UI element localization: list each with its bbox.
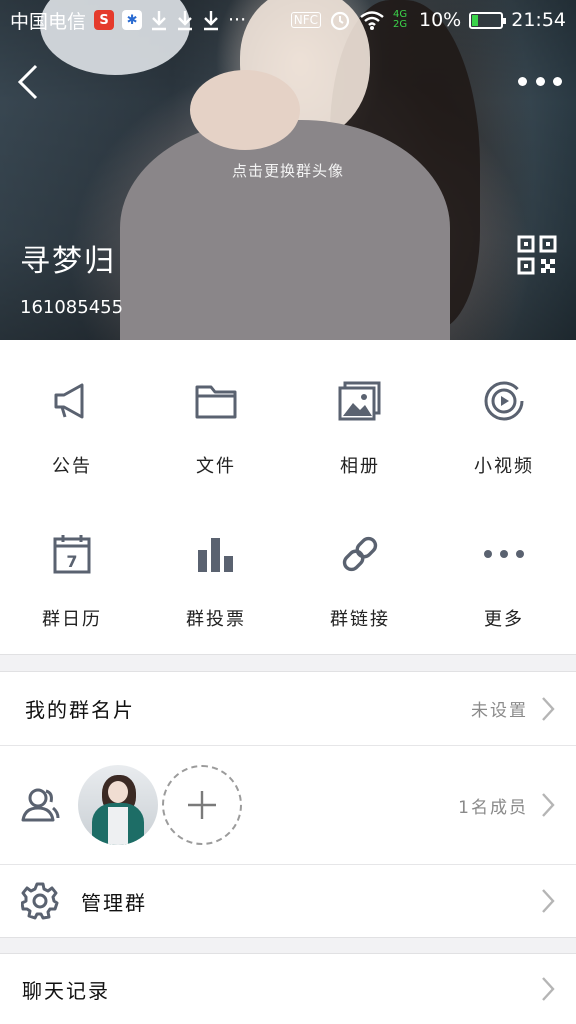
feature-label: 群投票 <box>186 609 246 630</box>
feature-label: 更多 <box>484 609 524 630</box>
my-group-card-value: 未设置 <box>471 701 528 721</box>
folder-icon <box>195 385 237 419</box>
feature-label: 文件 <box>196 456 236 477</box>
feature-label: 群日历 <box>42 609 102 630</box>
feature-poll[interactable]: 群投票 <box>144 497 288 654</box>
feature-link[interactable]: 群链接 <box>288 497 432 654</box>
back-button[interactable] <box>10 62 46 102</box>
avatar-coat <box>108 807 128 845</box>
back-arrow-icon <box>17 64 38 100</box>
feature-label: 公告 <box>52 456 92 477</box>
chevron-right-icon <box>542 889 555 913</box>
my-group-card-row[interactable]: 我的群名片 未设置 <box>0 672 576 745</box>
nfc-icon: NFC <box>290 12 321 28</box>
group-id: 161085455 <box>20 297 124 318</box>
feature-short-video[interactable]: 小视频 <box>432 340 576 497</box>
album-icon <box>338 381 381 421</box>
paw-app-icon: ✱ <box>122 10 143 30</box>
member-count: 1名成员 <box>458 797 528 818</box>
download-icon <box>152 11 167 31</box>
clock: 21:54 <box>511 9 566 31</box>
feature-label: 小视频 <box>474 456 534 477</box>
dot-icon <box>553 76 562 86</box>
group-name: 寻梦归 <box>20 244 116 279</box>
more-options-button[interactable] <box>518 66 562 96</box>
chevron-right-icon <box>542 696 555 721</box>
plus-icon <box>188 791 216 819</box>
members-icon <box>21 788 60 822</box>
feature-album[interactable]: 相册 <box>288 340 432 497</box>
calendar-icon: 7 <box>53 535 91 574</box>
change-avatar-hint[interactable]: 点击更换群头像 <box>0 160 576 181</box>
more-icon <box>484 550 524 558</box>
gear-icon <box>21 882 59 920</box>
cover-photo-hand <box>190 70 300 150</box>
dot-icon <box>535 76 545 86</box>
battery-percent: 10% <box>419 9 462 31</box>
carrier-label: 中国电信 <box>10 10 87 33</box>
manage-group-row[interactable]: 管理群 <box>0 865 576 937</box>
chevron-right-icon <box>542 793 555 817</box>
feature-announcement[interactable]: 公告 <box>0 340 144 497</box>
chat-history-title: 聊天记录 <box>22 978 110 1003</box>
member-avatar[interactable] <box>78 765 158 845</box>
cover-photo-sweater <box>120 120 450 340</box>
calendar-day: 7 <box>66 552 77 571</box>
members-row[interactable]: 1名成员 <box>0 746 576 864</box>
more-notifications-icon: ··· <box>228 9 247 31</box>
avatar-face <box>108 781 128 803</box>
qr-code-icon[interactable] <box>517 235 557 275</box>
feature-label: 相册 <box>340 456 380 477</box>
alarm-icon <box>330 11 350 31</box>
my-group-card-title: 我的群名片 <box>25 698 135 722</box>
feature-more[interactable]: 更多 <box>432 497 576 654</box>
download-icon <box>204 11 219 31</box>
feature-label: 群链接 <box>330 609 390 630</box>
feature-grid: 公告 文件 相册 小视频 7 群日历 群投票 群链接 更多 <box>0 340 576 654</box>
download-icon <box>178 11 193 31</box>
network-type-label: 4G 2G <box>393 9 408 30</box>
dot-icon <box>518 76 527 86</box>
battery-icon <box>469 11 507 29</box>
megaphone-icon <box>54 383 84 419</box>
feature-files[interactable]: 文件 <box>144 340 288 497</box>
poll-icon <box>198 538 233 572</box>
status-bar: 中国电信 S ✱ ··· NFC 4G 2G 10% 21:54 <box>0 0 576 40</box>
link-icon <box>342 536 378 572</box>
section-separator <box>0 654 576 672</box>
wifi-icon <box>360 11 384 30</box>
chat-history-row[interactable]: 聊天记录 <box>0 954 576 1024</box>
manage-group-title: 管理群 <box>81 890 147 915</box>
app-badge-icon: S <box>94 10 115 30</box>
video-icon <box>484 381 524 421</box>
feature-calendar[interactable]: 7 群日历 <box>0 497 144 654</box>
section-separator <box>0 937 576 954</box>
chevron-right-icon <box>542 977 555 1001</box>
add-member-button[interactable] <box>162 765 242 845</box>
